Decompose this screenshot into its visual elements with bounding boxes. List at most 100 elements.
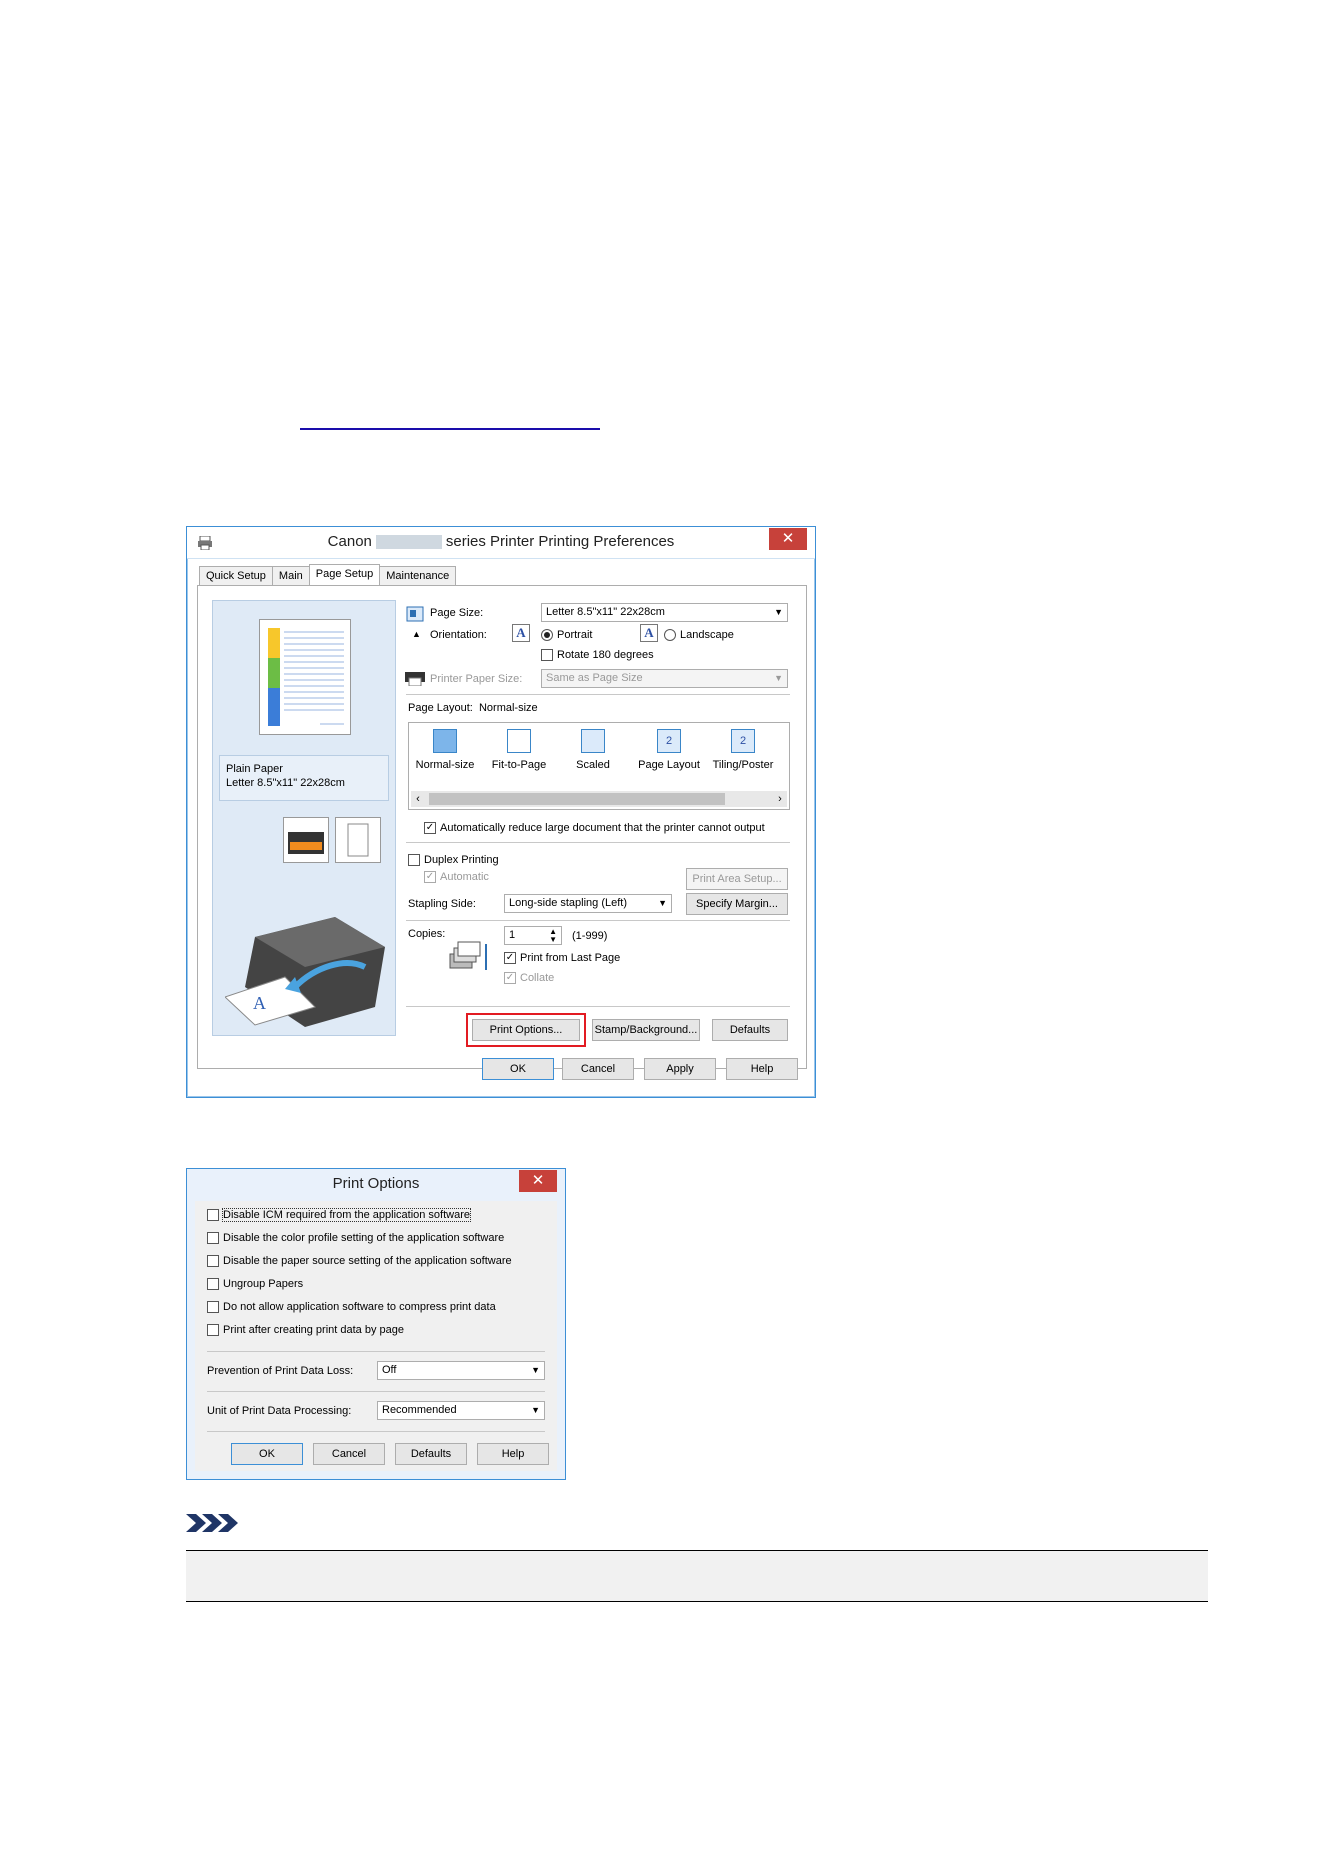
title-bar: Print Options ✕ (187, 1169, 565, 1201)
defaults-button[interactable]: Defaults (395, 1443, 467, 1465)
separator (406, 1006, 790, 1007)
specify-margin-button[interactable]: Specify Margin... (686, 893, 788, 915)
page-size-icon (406, 606, 424, 622)
duplex-printing-checkbox[interactable]: Duplex Printing (408, 854, 499, 867)
option-no-compress[interactable]: Do not allow application software to com… (207, 1301, 496, 1314)
cancel-button[interactable]: Cancel (562, 1058, 634, 1080)
prevention-select[interactable]: Off ▼ (377, 1361, 545, 1380)
layout-tiling-poster[interactable]: 2 Tiling/Poster (709, 729, 777, 771)
radio-selected-icon (541, 629, 553, 642)
separator (207, 1351, 545, 1352)
copies-label: Copies: (408, 928, 446, 940)
page-layout-label: Page Layout: Normal-size (408, 702, 538, 714)
ok-button[interactable]: OK (482, 1058, 554, 1080)
portrait-radio[interactable]: Portrait (541, 629, 592, 642)
separator (406, 920, 790, 921)
separator (207, 1391, 545, 1392)
unit-select[interactable]: Recommended ▼ (377, 1401, 545, 1420)
stamp-background-button[interactable]: Stamp/Background... (592, 1019, 700, 1041)
layout-scrollbar[interactable]: ‹ › (411, 791, 787, 807)
checkbox-checked-icon: ✓ (424, 822, 436, 835)
help-button[interactable]: Help (726, 1058, 798, 1080)
close-icon: ✕ (531, 1172, 545, 1189)
chevron-down-icon: ▼ (774, 607, 783, 617)
checkbox-icon (207, 1232, 219, 1245)
checkbox-icon (207, 1301, 219, 1314)
collate-checkbox[interactable]: ✓ Collate (504, 972, 554, 985)
print-from-last-page-checkbox[interactable]: ✓ Print from Last Page (504, 952, 620, 965)
close-button[interactable]: ✕ (519, 1170, 557, 1192)
layout-page-layout[interactable]: 2 Page Layout (635, 729, 703, 771)
separator (207, 1431, 545, 1432)
prevention-value: Off (382, 1364, 397, 1376)
svg-text:A: A (253, 993, 266, 1013)
radio-unselected-icon (664, 629, 676, 642)
page-size-label: Page Size: (430, 607, 484, 619)
page-size-value: Letter 8.5"x11" 22x28cm (546, 606, 665, 618)
page-layout-icon: 2 (657, 729, 681, 753)
tab-main[interactable]: Main (271, 566, 310, 585)
tab-quick-setup[interactable]: Quick Setup (199, 566, 273, 585)
option-print-after-creating[interactable]: Print after creating print data by page (207, 1324, 404, 1337)
preview-panel: Plain Paper Letter 8.5"x11" 22x28cm A (212, 600, 396, 1036)
landscape-radio[interactable]: Landscape (664, 629, 734, 642)
stapling-side-select[interactable]: Long-side stapling (Left) ▼ (504, 894, 672, 913)
checkbox-checked-icon: ✓ (504, 972, 516, 985)
highlight-box (466, 1013, 586, 1047)
orientation-bullet-icon: ▲ (412, 629, 421, 639)
page-layout-list: Normal-size Fit-to-Page Scaled 2 Page Lay… (408, 722, 790, 810)
cancel-button[interactable]: Cancel (313, 1443, 385, 1465)
page-size-select[interactable]: Letter 8.5"x11" 22x28cm ▼ (541, 603, 788, 622)
page-preview (259, 619, 351, 735)
chevron-down-icon: ▼ (658, 898, 667, 908)
prevention-label: Prevention of Print Data Loss: (207, 1365, 354, 1377)
portrait-icon: A (512, 624, 530, 642)
checkbox-icon (408, 854, 420, 867)
checkbox-checked-icon: ✓ (504, 952, 516, 965)
automatic-checkbox[interactable]: ✓ Automatic (424, 871, 489, 884)
scroll-left-icon[interactable]: ‹ (411, 791, 425, 807)
paper-type-text: Plain Paper (226, 763, 283, 775)
option-disable-icm[interactable]: Disable ICM required from the applicatio… (207, 1208, 472, 1222)
apply-button[interactable]: Apply (644, 1058, 716, 1080)
chevron-down-icon: ▼ (531, 1405, 540, 1415)
title-bar: Canon series Printer Printing Preferences… (187, 527, 815, 559)
scrollbar-thumb[interactable] (429, 793, 725, 805)
defaults-button[interactable]: Defaults (712, 1019, 788, 1041)
print-area-setup-button[interactable]: Print Area Setup... (686, 868, 788, 890)
normal-size-icon (433, 729, 457, 753)
separator (406, 694, 790, 695)
printer-paper-size-select[interactable]: Same as Page Size ▼ (541, 669, 788, 688)
printer-illustration: A (225, 917, 385, 1027)
checkbox-icon (207, 1278, 219, 1291)
checkbox-icon (207, 1209, 219, 1222)
checkbox-icon (207, 1324, 219, 1337)
auto-reduce-checkbox[interactable]: ✓ Automatically reduce large document tha… (424, 822, 765, 835)
layout-scaled[interactable]: Scaled (559, 729, 627, 771)
close-button[interactable]: ✕ (769, 528, 807, 550)
layout-fit-to-page[interactable]: Fit-to-Page (485, 729, 553, 771)
option-ungroup-papers[interactable]: Ungroup Papers (207, 1278, 303, 1291)
tab-page-setup[interactable]: Page Setup (308, 564, 381, 586)
page-preview-graphic (268, 628, 344, 726)
option-disable-color-profile[interactable]: Disable the color profile setting of the… (207, 1232, 504, 1245)
orientation-label: Orientation: (430, 629, 487, 641)
dialog-client-area: Disable ICM required from the applicatio… (195, 1201, 557, 1471)
scroll-right-icon[interactable]: › (773, 791, 787, 807)
stepper-arrows-icon[interactable]: ▲ ▼ (549, 928, 557, 944)
help-button[interactable]: Help (477, 1443, 549, 1465)
ok-button[interactable]: OK (231, 1443, 303, 1465)
layout-normal-size[interactable]: Normal-size (411, 729, 479, 771)
copies-range: (1-999) (572, 930, 608, 942)
checkbox-icon (541, 649, 553, 662)
rotate-180-checkbox[interactable]: Rotate 180 degrees (541, 649, 654, 662)
unit-value: Recommended (382, 1404, 457, 1416)
stapling-side-value: Long-side stapling (Left) (509, 897, 628, 909)
document-link[interactable] (300, 408, 600, 430)
window-title: Print Options (332, 1175, 420, 1192)
copies-stepper[interactable]: 1 ▲ ▼ (504, 926, 562, 945)
option-disable-paper-source[interactable]: Disable the paper source setting of the … (207, 1255, 512, 1268)
tab-maintenance[interactable]: Maintenance (379, 566, 457, 585)
window-title: Canon series Printer Printing Preferences (327, 533, 675, 550)
model-name-redaction (375, 535, 442, 550)
